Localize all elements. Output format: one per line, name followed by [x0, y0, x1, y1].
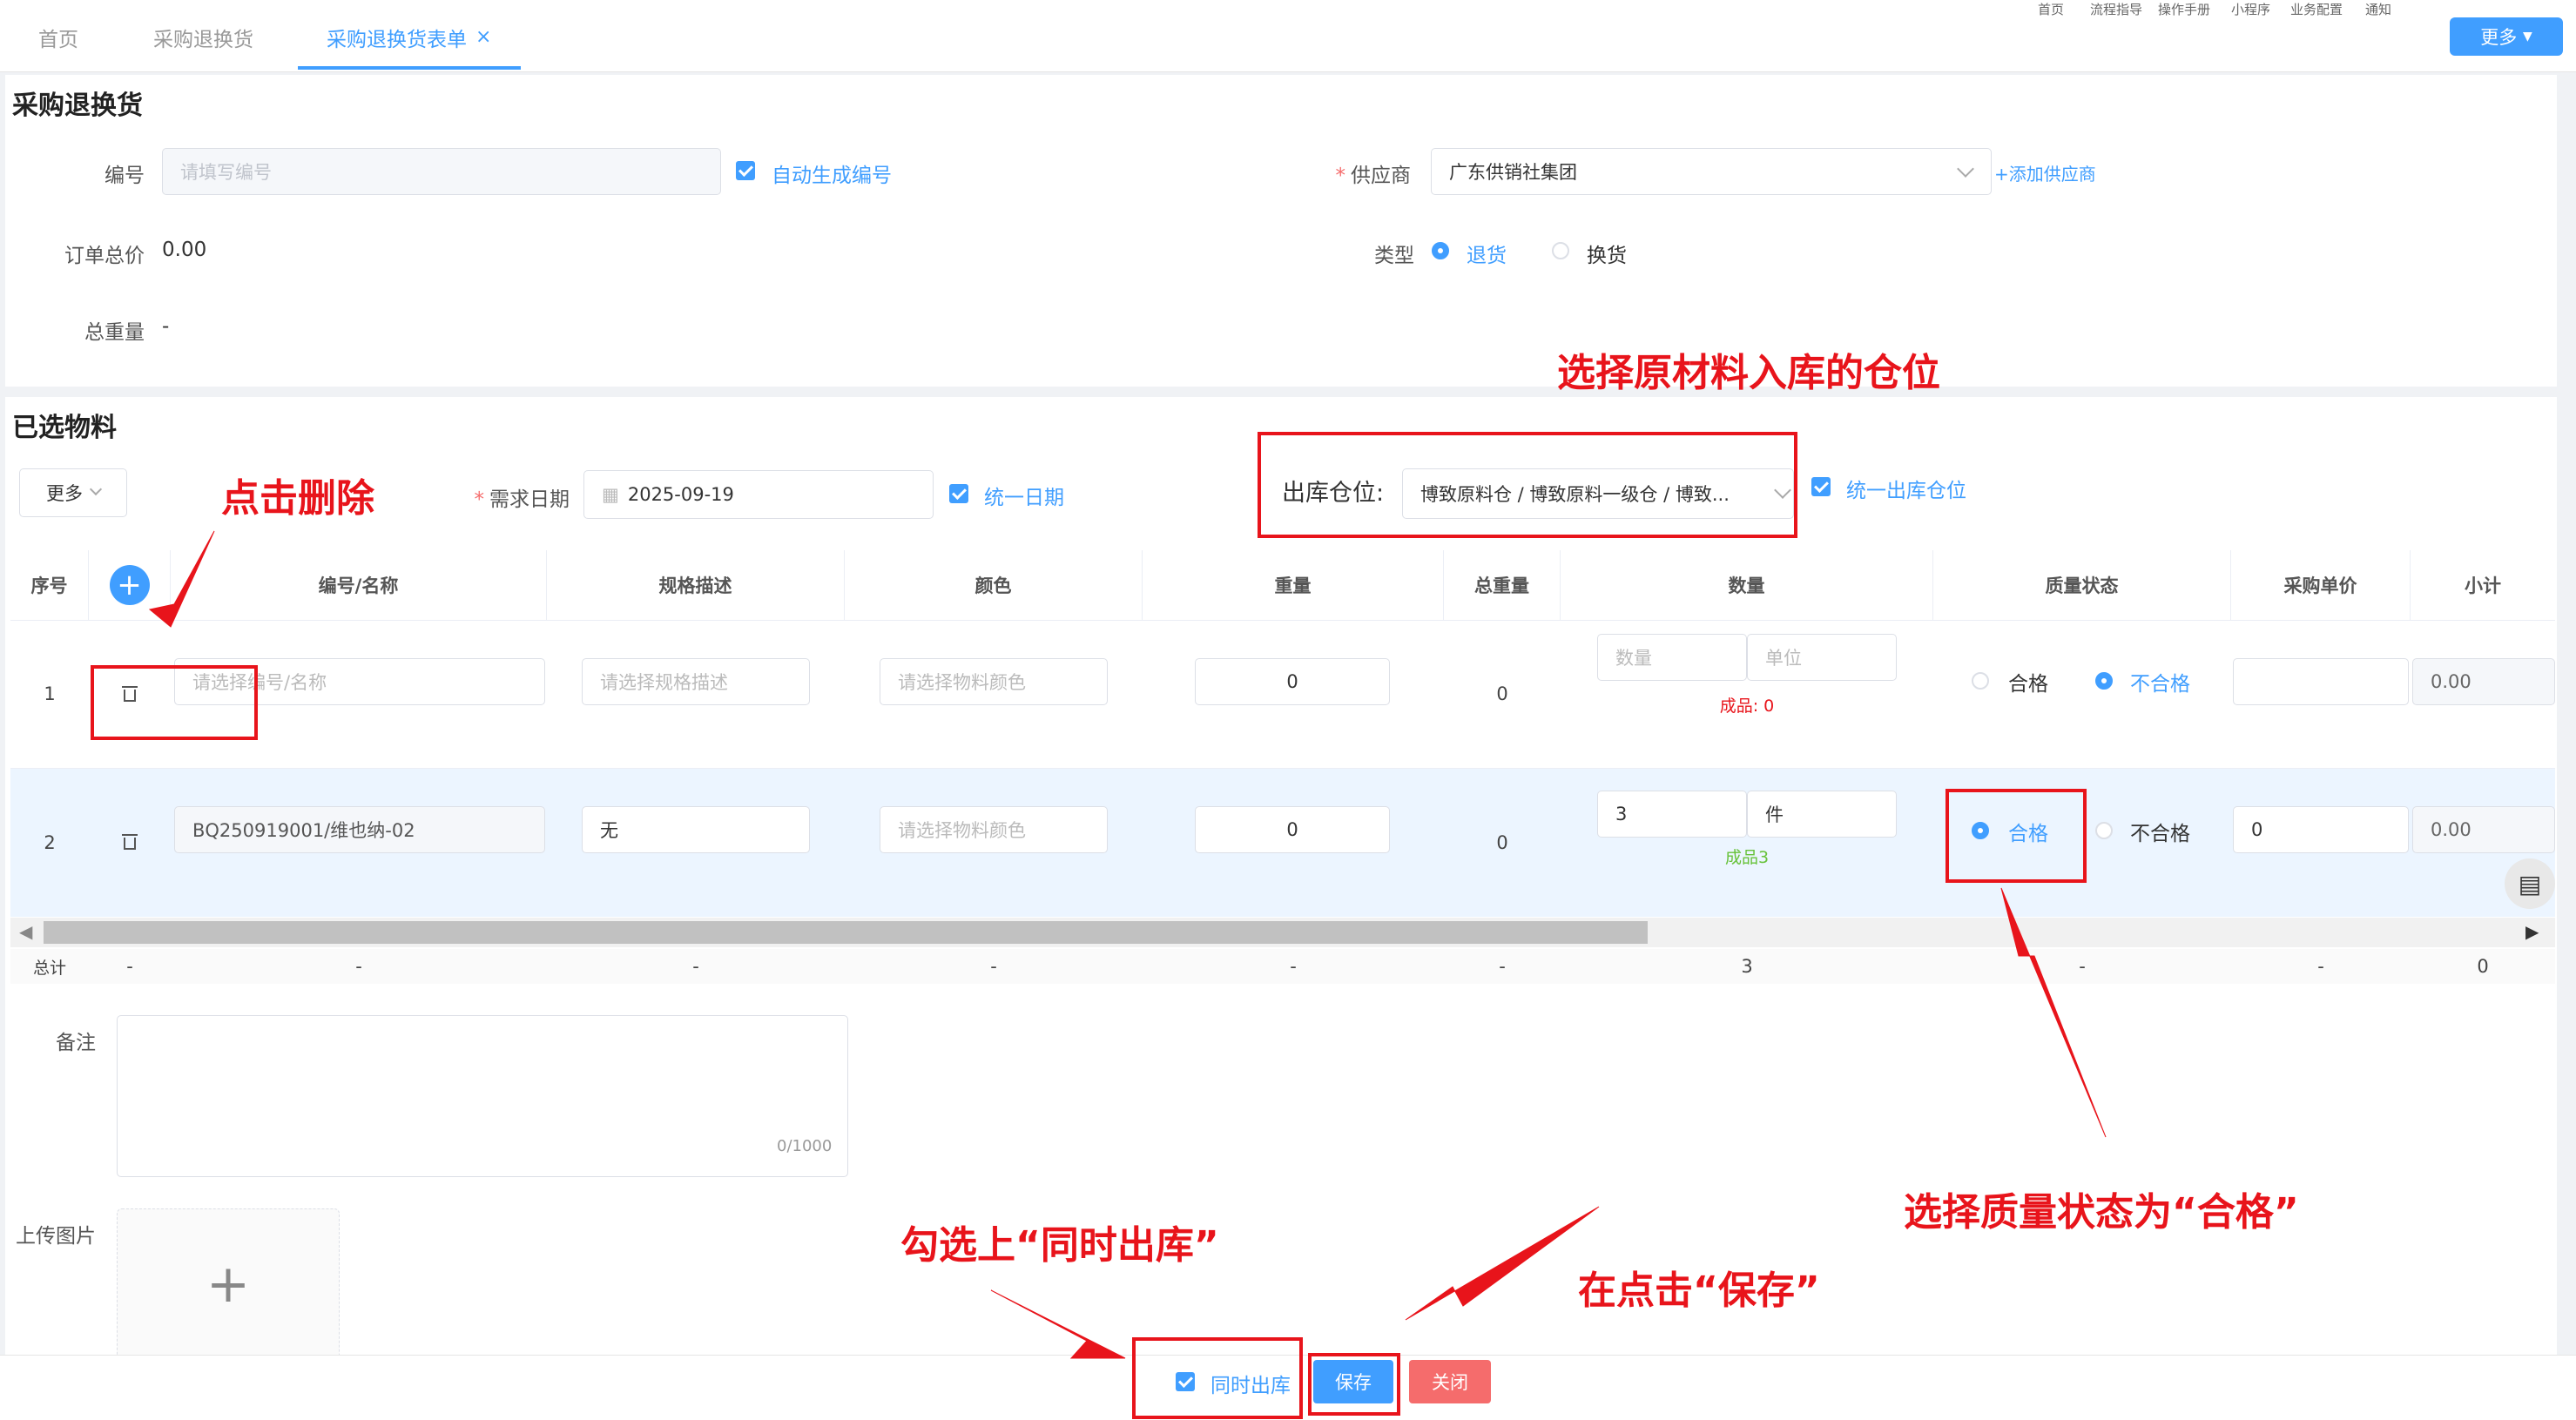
arrow-to-save [1405, 1206, 1600, 1321]
arrow-to-quality [2000, 887, 2107, 1138]
arrow-to-delete [148, 530, 215, 628]
annotation-arrows [148, 530, 2107, 1359]
arrow-to-outbound [990, 1289, 1126, 1359]
